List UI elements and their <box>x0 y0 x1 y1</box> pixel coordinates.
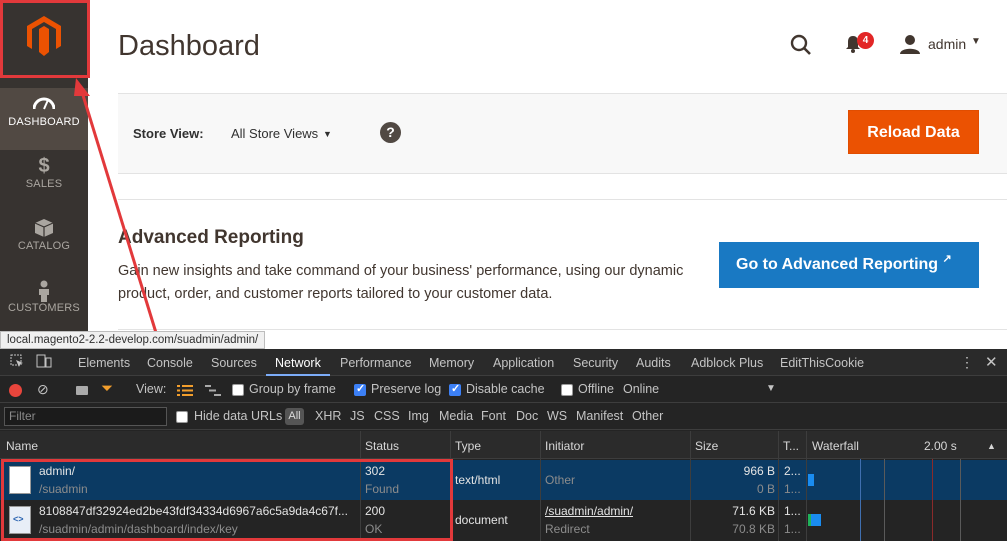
screenshot-root: DASHBOARD $ SALES CATALOG CUSTOMERS Dash… <box>0 0 1007 541</box>
annotation-arrow <box>74 78 159 337</box>
status-bar-url: local.magento2-2.2-develop.com/suadmin/a… <box>0 331 266 349</box>
